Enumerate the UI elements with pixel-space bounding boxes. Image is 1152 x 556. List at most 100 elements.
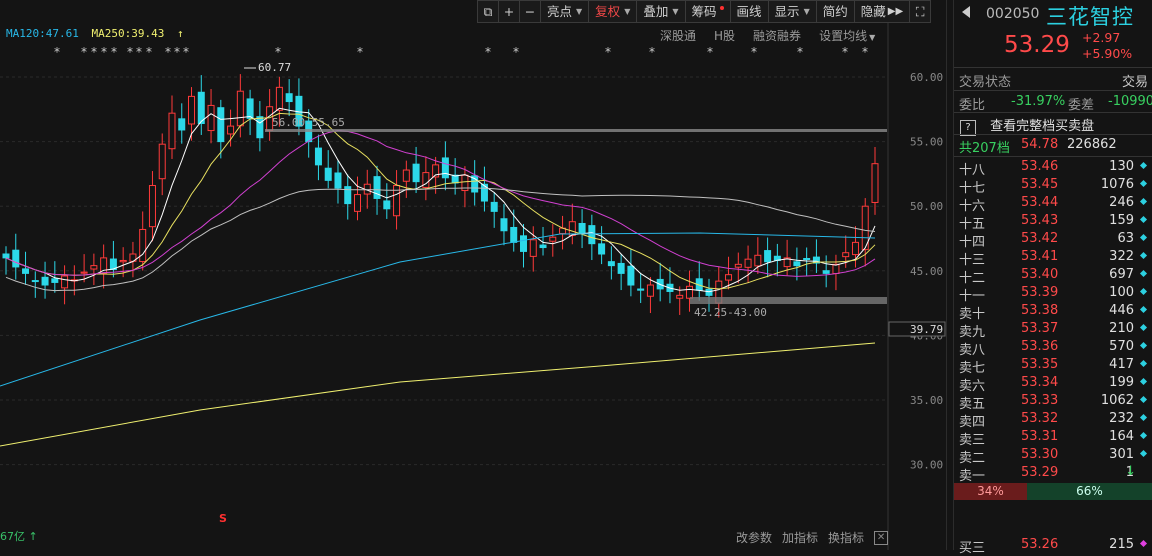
order-row[interactable]: 卖九 53.37 210 xyxy=(954,321,1152,340)
edit-params-button[interactable]: 改参数 xyxy=(736,529,772,546)
candle-body xyxy=(764,250,772,263)
order-row[interactable]: 卖八 53.36 570 xyxy=(954,339,1152,358)
chips-label: 筹码 xyxy=(691,4,717,19)
order-row[interactable]: 卖四 53.32 232 xyxy=(954,411,1152,430)
diamond-icon xyxy=(1139,269,1148,278)
price-change: +2.97 +5.90% xyxy=(1082,30,1132,62)
submenu-h-share[interactable]: H股 xyxy=(714,27,735,44)
diamond-icon xyxy=(1139,359,1148,368)
full-book-link[interactable]: 查看完整档买卖盘 xyxy=(990,119,1094,134)
diamond-icon xyxy=(1139,539,1148,548)
submenu-margin[interactable]: 融资融券 xyxy=(753,27,801,44)
kline-chart-area[interactable]: 60.0055.0050.0045.0040.0035.0030.0060.77… xyxy=(0,0,946,550)
minus-icon[interactable]: − xyxy=(519,0,540,23)
diamond-icon xyxy=(1139,413,1148,422)
divider xyxy=(946,0,947,550)
overlay-label: 叠加 xyxy=(643,4,669,19)
order-price: 53.36 xyxy=(1021,339,1059,354)
diamond-icon xyxy=(1139,215,1148,224)
order-row[interactable]: 十一 53.39 100 xyxy=(954,285,1152,304)
display-label: 显示 xyxy=(774,4,800,19)
order-volume: 446 xyxy=(1109,303,1134,318)
submenu-ma-settings[interactable]: 设置均线 ▼ xyxy=(819,27,875,44)
draw-line-button[interactable]: 画线 xyxy=(729,0,768,23)
arrow-up-icon: ↑ xyxy=(28,530,38,543)
order-row[interactable]: 卖六 53.34 199 xyxy=(954,375,1152,394)
divider xyxy=(954,156,1152,157)
candle-body xyxy=(80,271,88,274)
order-volume: 1062 xyxy=(1100,393,1134,408)
candle-body xyxy=(793,261,801,267)
add-indicator-button[interactable]: 加指标 xyxy=(782,529,818,546)
ratio-sell: 66% xyxy=(1027,483,1152,500)
display-button[interactable]: 显示 ▼ xyxy=(767,0,816,23)
order-volume: 199 xyxy=(1109,375,1134,390)
order-label: 卖八 xyxy=(959,343,986,358)
order-volume: 301 xyxy=(1109,447,1134,462)
swap-indicator-button[interactable]: 换指标 xyxy=(828,529,864,546)
order-row[interactable]: 十七 53.45 1076 xyxy=(954,177,1152,196)
fullscreen-icon[interactable]: ⛶ xyxy=(909,0,932,23)
order-price: 53.32 xyxy=(1021,411,1059,426)
order-row[interactable]: 卖五 53.33 1062 xyxy=(954,393,1152,412)
close-icon[interactable]: ✕ xyxy=(874,530,889,545)
adjust-button[interactable]: 复权 ▼ xyxy=(588,0,637,23)
y-tick-label: 50.00 xyxy=(910,200,943,213)
weicha-label: 委差 xyxy=(1068,98,1095,113)
order-row[interactable]: 卖一 53.29 1 ↓ xyxy=(954,464,1152,484)
order-label: 卖一 xyxy=(959,469,986,484)
order-row[interactable]: 卖七 53.35 417 xyxy=(954,357,1152,376)
order-row[interactable]: 十二 53.40 697 xyxy=(954,267,1152,286)
candle-body xyxy=(90,265,98,270)
order-row-buy3[interactable]: 买三 53.26 215 xyxy=(954,537,1152,556)
candle-body xyxy=(275,86,283,111)
order-row[interactable]: 十三 53.41 322 xyxy=(954,249,1152,268)
event-star-icon: * xyxy=(513,45,519,59)
last-price: 53.29 xyxy=(1004,32,1070,58)
full-book-row[interactable]: ? 查看完整档买卖盘 xyxy=(954,115,1152,136)
order-row[interactable]: 十八 53.46 130 xyxy=(954,159,1152,178)
event-star-icon: * xyxy=(174,45,180,59)
event-star-icon: * xyxy=(127,45,133,59)
submenu-hk-connect[interactable]: 深股通 xyxy=(660,27,696,44)
order-row[interactable]: 十五 53.43 159 xyxy=(954,213,1152,232)
simple-button[interactable]: 简约 xyxy=(815,0,854,23)
chips-button[interactable]: 筹码 xyxy=(684,0,730,23)
arrow-down-icon: ↓ xyxy=(1125,464,1136,479)
kline-chart[interactable]: 60.0055.0050.0045.0040.0035.0030.0060.77… xyxy=(0,0,946,550)
order-label: 卖三 xyxy=(959,433,986,448)
event-star-icon: * xyxy=(357,45,363,59)
order-volume: 159 xyxy=(1109,213,1134,228)
order-row[interactable]: 十六 53.44 246 xyxy=(954,195,1152,214)
ma250-legend: MA250:39.43 xyxy=(91,27,165,40)
stock-name[interactable]: 三花智控 xyxy=(1046,1,1134,31)
event-star-icon: * xyxy=(862,45,868,59)
divider xyxy=(954,134,1152,135)
diamond-icon xyxy=(1139,251,1148,260)
window-icon[interactable]: ⧉ xyxy=(477,0,498,23)
overlay-button[interactable]: 叠加 ▼ xyxy=(636,0,685,23)
divider xyxy=(954,112,1152,113)
order-row[interactable]: 十四 53.42 63 xyxy=(954,231,1152,250)
price-marker-label: 39.79 xyxy=(910,323,943,336)
plus-icon[interactable]: + xyxy=(498,0,519,23)
order-volume: 1076 xyxy=(1100,177,1134,192)
chart-toolbar: ⧉ + − 亮点 ▼ 复权 ▼ 叠加 ▼ 筹码 画线 显示 ▼ 简约 隐藏 ▶▶ ⛶ xyxy=(477,0,932,23)
back-arrow-icon[interactable] xyxy=(962,6,970,18)
highlight-button[interactable]: 亮点 ▼ xyxy=(540,0,589,23)
candle-body xyxy=(627,265,635,286)
candle-body xyxy=(607,261,615,267)
order-price: 53.40 xyxy=(1021,267,1059,282)
order-label: 买三 xyxy=(959,541,986,556)
order-row[interactable]: 卖三 53.31 164 xyxy=(954,429,1152,448)
event-star-icon: * xyxy=(649,45,655,59)
order-volume: 697 xyxy=(1109,267,1134,282)
hide-button[interactable]: 隐藏 ▶▶ xyxy=(853,0,910,23)
order-label: 卖五 xyxy=(959,397,986,412)
volume-readout: 67亿 ↑ xyxy=(0,528,38,544)
order-row[interactable]: 卖十 53.38 446 xyxy=(954,303,1152,322)
candle-body xyxy=(354,194,362,212)
order-volume: 130 xyxy=(1109,159,1134,174)
order-label: 十八 xyxy=(959,163,986,178)
order-row[interactable]: 卖二 53.30 301 xyxy=(954,447,1152,466)
